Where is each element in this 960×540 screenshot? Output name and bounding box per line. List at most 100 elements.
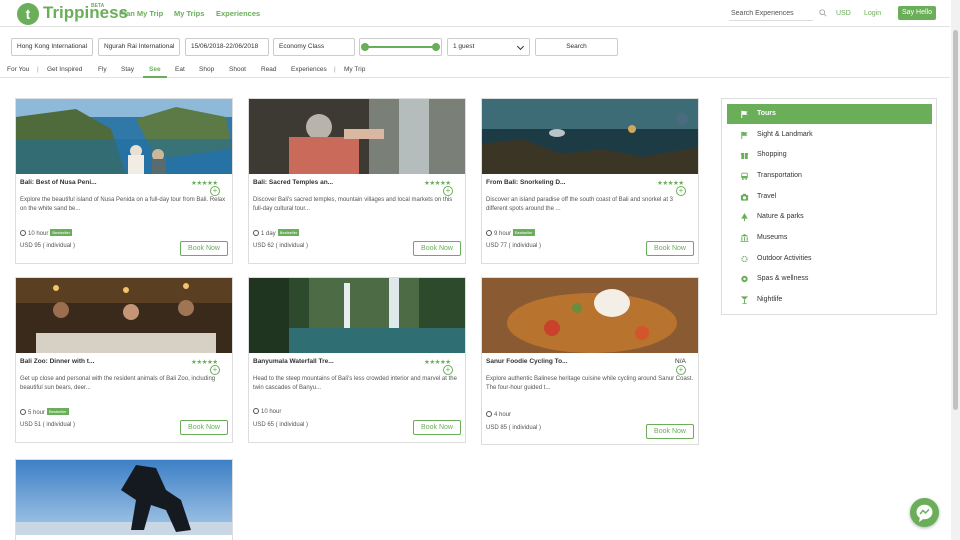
- logo-icon[interactable]: t: [17, 3, 39, 25]
- flag-icon: [741, 131, 748, 139]
- tab-eat[interactable]: Eat: [175, 66, 185, 73]
- tab-read[interactable]: Read: [261, 66, 277, 73]
- add-to-trip-icon[interactable]: +: [676, 365, 686, 375]
- cocktail-icon: [740, 296, 749, 304]
- tab-shoot[interactable]: Shoot: [229, 66, 246, 73]
- card-title[interactable]: Bali: Sacred Temples an...: [253, 179, 333, 186]
- search-button[interactable]: Search: [535, 38, 618, 56]
- sidebar-item-sight-landmark[interactable]: Sight & Landmark: [727, 125, 932, 145]
- book-now-button[interactable]: Book Now: [180, 420, 228, 435]
- experience-card[interactable]: Bali: Best of Nusa Peni... ★★★★★ + Explo…: [15, 98, 233, 264]
- book-now-button[interactable]: Book Now: [413, 241, 461, 256]
- sidebar-item-travel[interactable]: Travel: [727, 187, 932, 207]
- tab-shop[interactable]: Shop: [199, 66, 214, 73]
- experience-card[interactable]: Bali Zoo: Dinner with t... ★★★★★ + Get u…: [15, 277, 233, 443]
- tab-fly[interactable]: Fly: [98, 66, 107, 73]
- card-image: [249, 278, 465, 353]
- card-image: [16, 278, 232, 353]
- card-title[interactable]: Bali: Best of Nusa Peni...: [20, 179, 97, 186]
- category-tabs: For You | Get Inspired Fly Stay See Eat …: [0, 63, 950, 78]
- experience-card[interactable]: Bali: Sacred Temples an... ★★★★★ + Disco…: [248, 98, 466, 264]
- card-title[interactable]: Banyumala Waterfall Tre...: [253, 358, 334, 365]
- card-description: Explore the beautiful island of Nusa Pen…: [20, 197, 226, 212]
- active-tab-underline: [143, 76, 167, 78]
- sidebar-item-label: Travel: [757, 193, 777, 200]
- card-title[interactable]: Bali Zoo: Dinner with t...: [20, 358, 94, 365]
- nav-experiences[interactable]: Experiences: [216, 9, 260, 18]
- currency-selector[interactable]: USD: [836, 10, 851, 17]
- experience-card[interactable]: [15, 459, 233, 540]
- tab-divider: |: [334, 66, 336, 73]
- add-to-trip-icon[interactable]: +: [443, 365, 453, 375]
- slider-max-handle[interactable]: [432, 43, 440, 51]
- tab-stay[interactable]: Stay: [121, 66, 134, 73]
- card-description: Discover Bali's sacred temples, mountain…: [253, 197, 453, 212]
- login-link[interactable]: Login: [864, 10, 881, 17]
- sidebar-item-shopping[interactable]: Shopping: [727, 145, 932, 165]
- sidebar-item-label: Transportation: [757, 172, 802, 179]
- experience-card[interactable]: Sanur Foodie Cycling To... N/A + Explore…: [481, 277, 699, 445]
- date-range-field[interactable]: 15/06/2018-22/06/2018: [185, 38, 269, 56]
- brand-name[interactable]: Trippiness: [43, 3, 128, 23]
- card-duration: 4 hour: [486, 411, 511, 418]
- sidebar-item-tours[interactable]: Tours: [727, 104, 932, 124]
- nav-plan-my-trip[interactable]: Plan My Trip: [119, 9, 163, 18]
- tab-my-trip[interactable]: My Trip: [344, 66, 365, 73]
- sidebar-item-nature-parks[interactable]: Nature & parks: [727, 207, 932, 227]
- card-description: Discover an island paradise off the sout…: [486, 197, 673, 212]
- duration-text: 1 day: [261, 231, 276, 237]
- sidebar-item-label: Museums: [757, 234, 788, 241]
- add-to-trip-icon[interactable]: +: [443, 186, 453, 196]
- cabin-class-field[interactable]: Economy Class: [273, 38, 355, 56]
- museum-icon: [740, 234, 749, 242]
- sidebar-item-transportation[interactable]: Transportation: [727, 166, 932, 186]
- experience-card[interactable]: Banyumala Waterfall Tre... ★★★★★ + Head …: [248, 277, 466, 443]
- card-duration: 9 hour Bestseller: [486, 229, 535, 237]
- tab-divider: |: [37, 66, 39, 73]
- card-image: [249, 99, 465, 174]
- from-airport-field[interactable]: Hong Kong International: [11, 38, 93, 56]
- bestseller-badge: Bestseller: [277, 229, 300, 236]
- card-description: Head to the steep mountains of Bali's le…: [253, 376, 457, 391]
- to-airport-field[interactable]: Ngurah Rai International: [98, 38, 180, 56]
- slider-track: [365, 46, 437, 48]
- experience-card[interactable]: From Bali: Snorkeling D... ★★★★★ + Disco…: [481, 98, 699, 264]
- slider-min-handle[interactable]: [361, 43, 369, 51]
- card-duration: 10 hour: [253, 408, 281, 415]
- sidebar-item-label: Spas & wellness: [757, 275, 809, 282]
- tab-see[interactable]: See: [149, 66, 161, 73]
- card-image: [16, 99, 232, 174]
- book-now-button[interactable]: Book Now: [413, 420, 461, 435]
- add-to-trip-icon[interactable]: +: [676, 186, 686, 196]
- say-hello-button[interactable]: Say Hello: [898, 6, 936, 20]
- duration-text: 10 hour: [28, 231, 49, 237]
- card-price: USD 85 ( individual ): [486, 425, 542, 431]
- book-now-button[interactable]: Book Now: [646, 424, 694, 439]
- book-now-button[interactable]: Book Now: [646, 241, 694, 256]
- card-title[interactable]: From Bali: Snorkeling D...: [486, 179, 565, 186]
- sidebar-item-outdoor-activities[interactable]: Outdoor Activities: [727, 249, 932, 269]
- messenger-chat-button[interactable]: [910, 498, 939, 527]
- flag-icon: [741, 110, 748, 118]
- sidebar-item-spas-wellness[interactable]: Spas & wellness: [727, 269, 932, 289]
- tab-get-inspired[interactable]: Get Inspired: [47, 66, 82, 73]
- search-experiences-input[interactable]: [729, 7, 813, 21]
- leaf-icon: [741, 275, 748, 283]
- scrollbar-thumb[interactable]: [953, 30, 958, 410]
- sidebar-item-nightlife[interactable]: Nightlife: [727, 290, 932, 310]
- sidebar-item-label: Outdoor Activities: [757, 255, 812, 262]
- sidebar-item-label: Nightlife: [757, 296, 783, 303]
- add-to-trip-icon[interactable]: +: [210, 365, 220, 375]
- nav-my-trips[interactable]: My Trips: [174, 9, 204, 18]
- book-now-button[interactable]: Book Now: [180, 241, 228, 256]
- card-title[interactable]: Sanur Foodie Cycling To...: [486, 358, 568, 365]
- clock-icon: [20, 409, 26, 415]
- tab-for-you[interactable]: For You: [7, 66, 29, 73]
- card-description: Get up close and personal with the resid…: [20, 376, 216, 391]
- tab-experiences[interactable]: Experiences: [291, 66, 327, 73]
- sidebar-item-museums[interactable]: Museums: [727, 228, 932, 248]
- search-icon[interactable]: [819, 9, 827, 17]
- add-to-trip-icon[interactable]: +: [210, 186, 220, 196]
- card-duration: 5 hour Bestseller: [20, 408, 69, 416]
- duration-text: 5 hour: [28, 410, 46, 416]
